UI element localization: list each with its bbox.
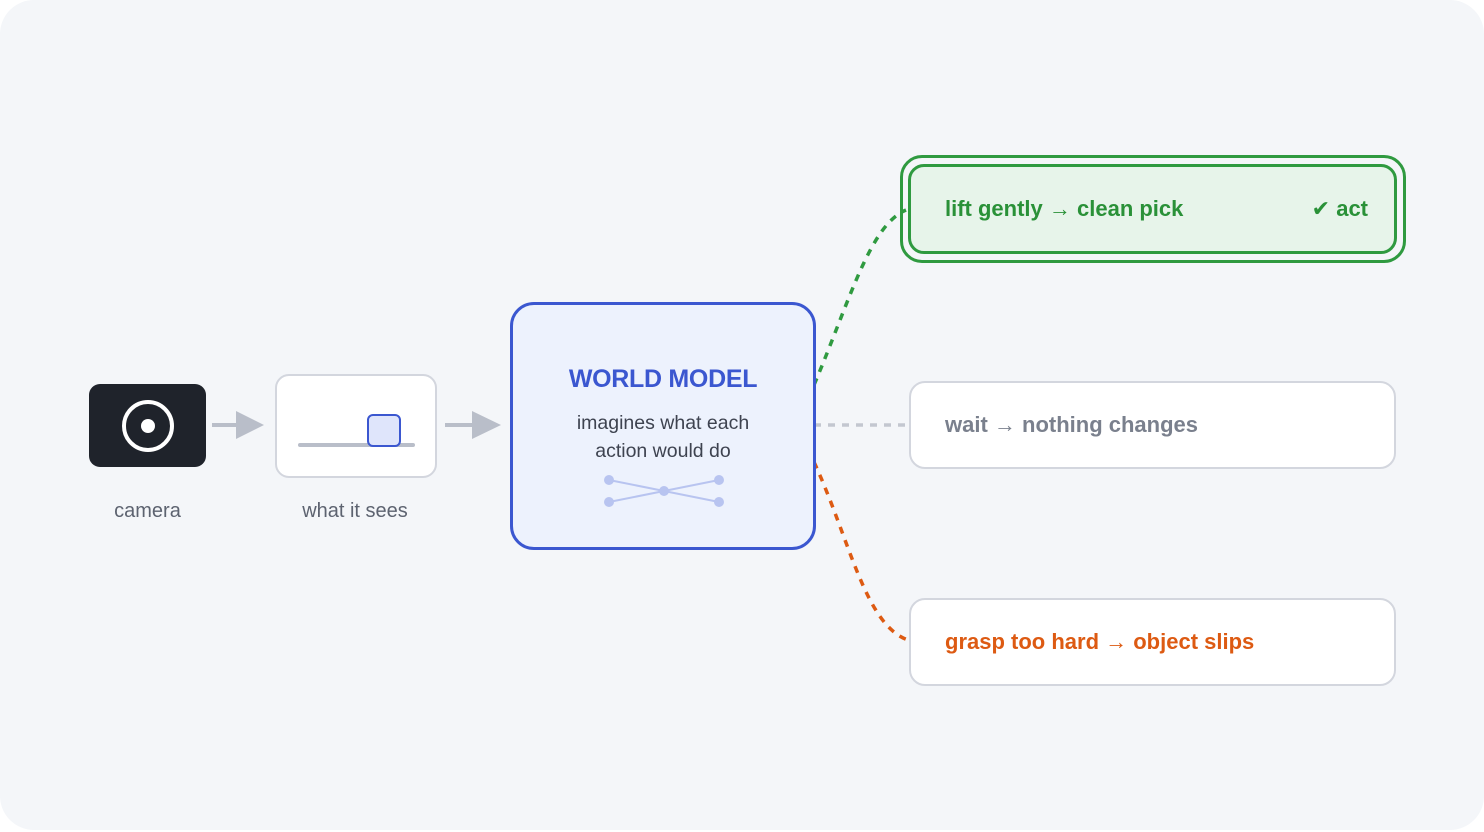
option-label: grasp too hard → object slips	[945, 629, 1255, 654]
camera-caption: camera	[114, 500, 181, 522]
view-caption: what it sees	[302, 500, 408, 522]
world-model-box: WORLD MODEL imagines what each action wo…	[510, 302, 816, 550]
world-model-subtitle: imagines what each action would do	[576, 412, 750, 462]
arrowhead-view-to-model	[472, 411, 501, 439]
world-model-title: WORLD MODEL	[568, 365, 758, 393]
option-label: lift gently → clean pick	[945, 196, 1184, 221]
network-icon	[604, 475, 724, 507]
object-icon	[367, 414, 401, 447]
camera-lens-icon	[122, 400, 174, 452]
connector-good	[812, 208, 907, 386]
arrowhead-camera-to-view	[236, 411, 264, 439]
camera-icon	[89, 384, 206, 467]
connector-bad	[812, 461, 909, 642]
option-lift-gently[interactable]: lift gently → clean pick ✔ act	[908, 164, 1397, 254]
act-badge: ✔ act	[1311, 196, 1368, 221]
option-wait[interactable]: wait → nothing changes	[909, 381, 1396, 469]
option-label: wait → nothing changes	[945, 412, 1199, 437]
camera-view-card	[275, 374, 437, 478]
option-grasp-too-hard[interactable]: grasp too hard → object slips	[909, 598, 1396, 686]
